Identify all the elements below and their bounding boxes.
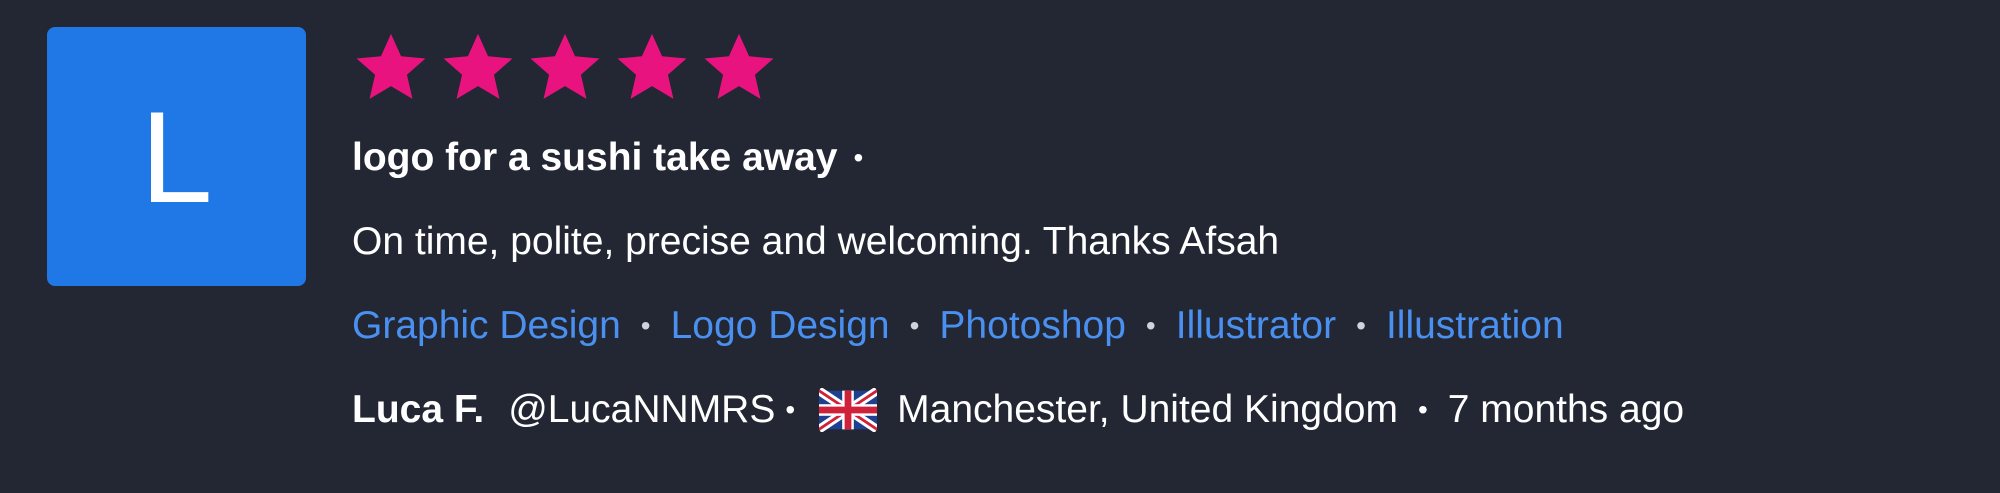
tag-logo-design[interactable]: Logo Design [671, 304, 890, 348]
review-title[interactable]: logo for a sushi take away [352, 136, 837, 180]
uk-flag-icon [819, 388, 878, 432]
tag-separator: • [640, 310, 651, 341]
star-icon [526, 28, 613, 106]
avatar-initial: L [140, 83, 213, 230]
tag-illustration[interactable]: Illustration [1386, 304, 1564, 348]
reviewer-meta: Luca F. @LucaNNMRS • Manchester, United … [352, 388, 1980, 432]
tag-photoshop[interactable]: Photoshop [939, 304, 1126, 348]
tag-separator: • [1356, 310, 1366, 341]
avatar[interactable]: L [47, 27, 306, 286]
review-text: On time, polite, precise and welcoming. … [352, 220, 1280, 263]
review-time: 7 months ago [1447, 388, 1685, 431]
reviewer-handle[interactable]: @LucaNNMRS [508, 388, 775, 432]
star-icon [613, 28, 700, 106]
tag-separator: • [909, 310, 920, 341]
review-content: logo for a sushi take away • On time, po… [352, 24, 1980, 432]
skill-tags: Graphic Design • Logo Design • Photoshop… [352, 304, 1980, 348]
review-card: L logo for a sushi take away • On time, … [0, 0, 2000, 493]
tag-illustrator[interactable]: Illustrator [1176, 304, 1336, 348]
time-separator: • [1417, 394, 1428, 425]
star-icon [439, 28, 526, 106]
reviewer-name[interactable]: Luca F. [352, 388, 484, 432]
star-icon [352, 28, 439, 106]
star-rating [352, 24, 1980, 110]
title-separator: • [853, 142, 864, 173]
reviewer-location: Manchester, United Kingdom [897, 388, 1398, 431]
review-title-row: logo for a sushi take away • [352, 136, 1980, 180]
star-icon [700, 28, 787, 106]
tag-graphic-design[interactable]: Graphic Design [352, 304, 621, 348]
tag-separator: • [1145, 310, 1156, 341]
meta-separator: • [785, 394, 796, 425]
